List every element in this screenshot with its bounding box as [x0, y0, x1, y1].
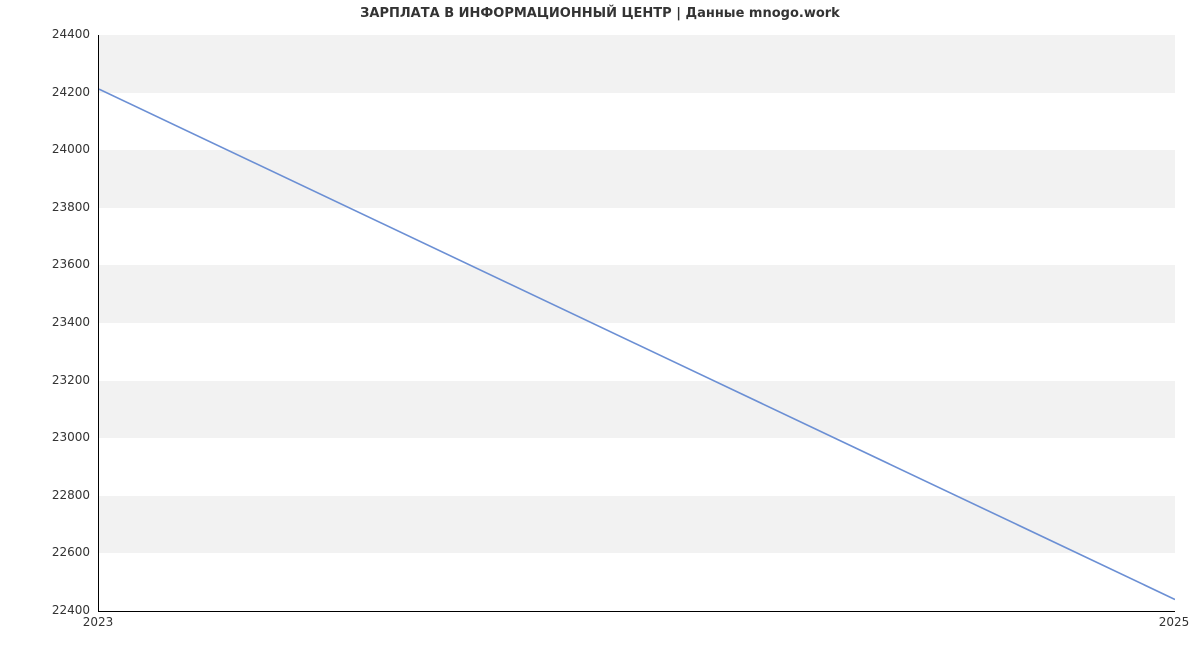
line-chart-svg	[99, 35, 1175, 611]
x-tick-label: 2023	[83, 615, 114, 629]
plot-area	[98, 35, 1175, 612]
y-tick-label: 24000	[0, 142, 90, 156]
y-tick-label: 22600	[0, 545, 90, 559]
chart-container: ЗАРПЛАТА В ИНФОРМАЦИОННЫЙ ЦЕНТР | Данные…	[0, 0, 1200, 650]
y-tick-label: 23200	[0, 373, 90, 387]
y-tick-label: 23800	[0, 200, 90, 214]
y-tick-label: 24400	[0, 27, 90, 41]
x-tick-label: 2025	[1159, 615, 1190, 629]
y-tick-label: 23600	[0, 257, 90, 271]
y-tick-label: 22400	[0, 603, 90, 617]
y-tick-label: 23000	[0, 430, 90, 444]
y-tick-label: 24200	[0, 85, 90, 99]
y-tick-label: 22800	[0, 488, 90, 502]
y-tick-label: 23400	[0, 315, 90, 329]
data-line	[99, 89, 1175, 599]
chart-title: ЗАРПЛАТА В ИНФОРМАЦИОННЫЙ ЦЕНТР | Данные…	[0, 6, 1200, 21]
